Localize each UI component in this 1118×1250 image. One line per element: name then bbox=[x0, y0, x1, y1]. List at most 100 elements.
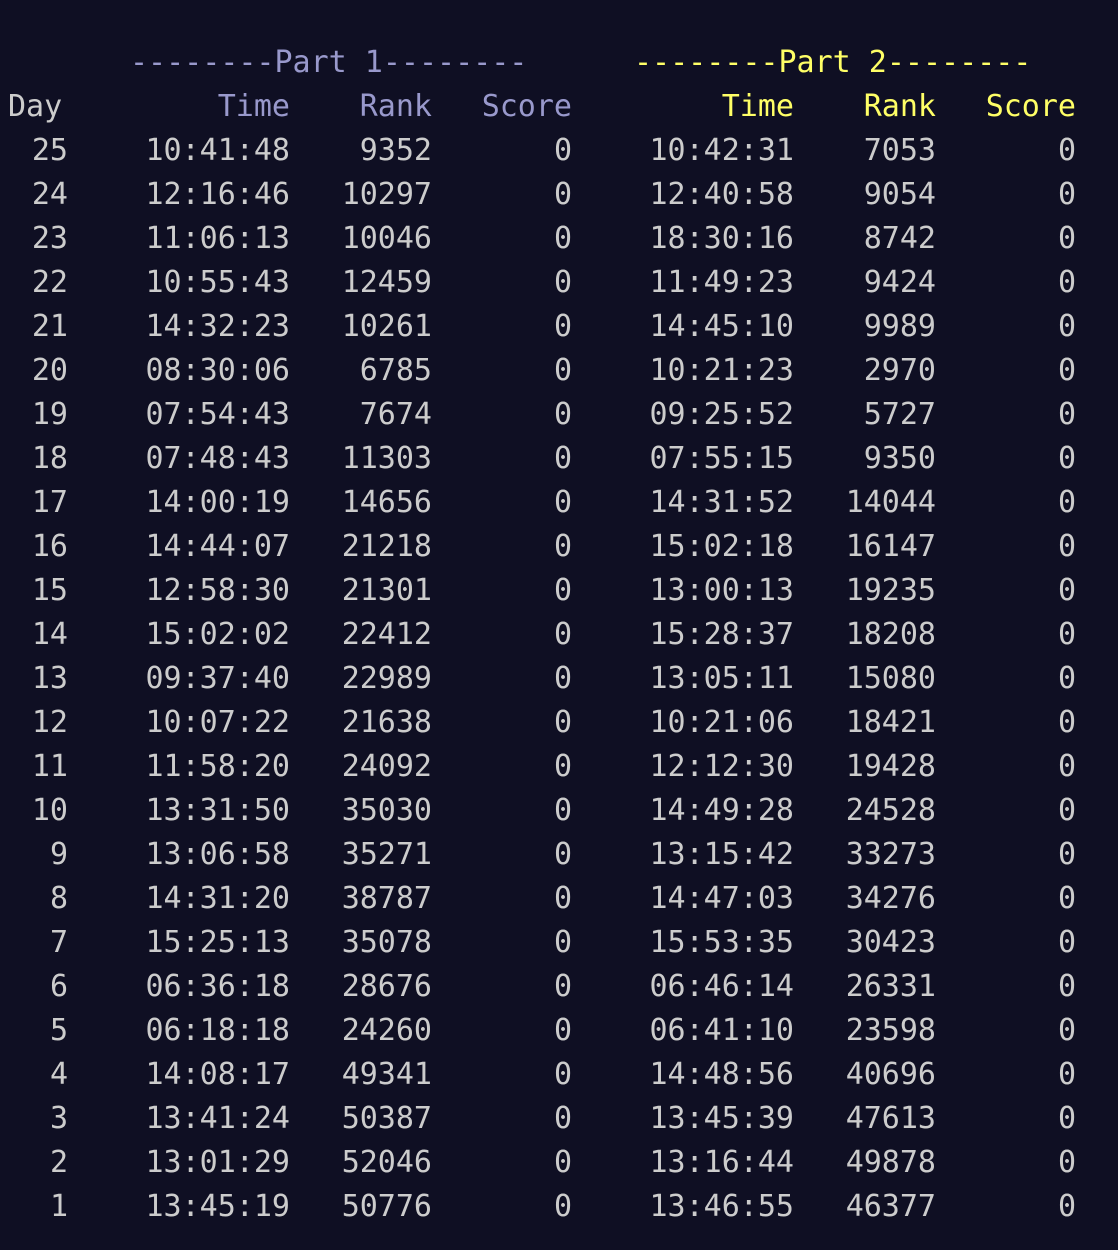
part2-score-cell: 0 bbox=[1057, 969, 1076, 1004]
part2-score-cell: 0 bbox=[1057, 265, 1076, 300]
part1-score-cell: 0 bbox=[553, 309, 572, 344]
part1-time-cell: 11:06:13 bbox=[145, 221, 291, 256]
part2-time-cell: 13:15:42 bbox=[649, 837, 795, 872]
part2-rank-cell: 15080 bbox=[845, 661, 936, 696]
part1-time-cell: 14:31:20 bbox=[145, 881, 291, 916]
part2-rank-cell: 26331 bbox=[845, 969, 936, 1004]
day-cell: 20 bbox=[31, 353, 68, 388]
part1-rank-cell: 21638 bbox=[341, 705, 432, 740]
part2-score-cell: 0 bbox=[1057, 1189, 1076, 1224]
part2-rank-cell: 16147 bbox=[845, 529, 936, 564]
part1-score-cell: 0 bbox=[553, 617, 572, 652]
part1-score-cell: 0 bbox=[553, 925, 572, 960]
part2-score-cell: 0 bbox=[1057, 221, 1076, 256]
part1-rank-cell: 6785 bbox=[359, 353, 432, 388]
day-cell: 4 bbox=[49, 1057, 68, 1092]
part1-rank-cell: 38787 bbox=[341, 881, 432, 916]
part2-time-header: Time bbox=[721, 89, 794, 124]
part2-rank-cell: 18208 bbox=[845, 617, 936, 652]
day-cell: 2 bbox=[49, 1145, 68, 1180]
part2-time-cell: 12:40:58 bbox=[649, 177, 795, 212]
part1-rank-cell: 35078 bbox=[341, 925, 432, 960]
part2-time-cell: 15:53:35 bbox=[649, 925, 795, 960]
part2-score-cell: 0 bbox=[1057, 837, 1076, 872]
day-cell: 7 bbox=[49, 925, 68, 960]
part2-time-cell: 13:16:44 bbox=[649, 1145, 795, 1180]
column-header-row: Day Time Rank Score Time Rank Score bbox=[8, 85, 1076, 129]
part1-time-cell: 13:41:24 bbox=[145, 1101, 291, 1136]
part1-time-cell: 14:44:07 bbox=[145, 529, 291, 564]
day-cell: 17 bbox=[31, 485, 68, 520]
part1-score-cell: 0 bbox=[553, 485, 572, 520]
part1-score-header: Score bbox=[481, 89, 572, 124]
part1-time-cell: 13:31:50 bbox=[145, 793, 291, 828]
part1-score-cell: 0 bbox=[553, 969, 572, 1004]
part1-rank-cell: 21301 bbox=[341, 573, 432, 608]
part2-score-cell: 0 bbox=[1057, 1101, 1076, 1136]
part1-rank-cell: 49341 bbox=[341, 1057, 432, 1092]
part2-time-cell: 14:47:03 bbox=[649, 881, 795, 916]
part2-rank-cell: 14044 bbox=[845, 485, 936, 520]
part1-time-cell: 15:25:13 bbox=[145, 925, 291, 960]
part2-rank-cell: 8742 bbox=[863, 221, 936, 256]
day-cell: 8 bbox=[49, 881, 68, 916]
part1-score-cell: 0 bbox=[553, 749, 572, 784]
part2-score-cell: 0 bbox=[1057, 881, 1076, 916]
day-header: Day bbox=[8, 89, 63, 124]
day-cell: 10 bbox=[31, 793, 68, 828]
part2-score-cell: 0 bbox=[1057, 397, 1076, 432]
part2-time-cell: 12:12:30 bbox=[649, 749, 795, 784]
part2-score-cell: 0 bbox=[1057, 529, 1076, 564]
part2-score-cell: 0 bbox=[1057, 749, 1076, 784]
part1-score-cell: 0 bbox=[553, 573, 572, 608]
part1-time-cell: 06:36:18 bbox=[145, 969, 291, 1004]
part1-time-cell: 08:30:06 bbox=[145, 353, 291, 388]
day-cell: 25 bbox=[31, 133, 68, 168]
part1-rank-cell: 22989 bbox=[341, 661, 432, 696]
part1-time-cell: 13:45:19 bbox=[145, 1189, 291, 1224]
part2-rank-cell: 30423 bbox=[845, 925, 936, 960]
part2-time-cell: 13:45:39 bbox=[649, 1101, 795, 1136]
part1-rank-cell: 28676 bbox=[341, 969, 432, 1004]
part2-rank-cell: 5727 bbox=[863, 397, 936, 432]
part1-rank-cell: 10046 bbox=[341, 221, 432, 256]
part1-score-cell: 0 bbox=[553, 177, 572, 212]
part1-time-cell: 06:18:18 bbox=[145, 1013, 291, 1048]
part1-rank-cell: 9352 bbox=[359, 133, 432, 168]
part1-rank-cell: 52046 bbox=[341, 1145, 432, 1180]
part1-rank-cell: 11303 bbox=[341, 441, 432, 476]
part2-time-cell: 13:00:13 bbox=[649, 573, 795, 608]
part1-time-cell: 11:58:20 bbox=[145, 749, 291, 784]
part2-rank-cell: 40696 bbox=[845, 1057, 936, 1092]
part2-rank-cell: 9350 bbox=[863, 441, 936, 476]
part1-rank-cell: 50776 bbox=[341, 1189, 432, 1224]
part1-score-cell: 0 bbox=[553, 265, 572, 300]
part2-time-cell: 10:21:23 bbox=[649, 353, 795, 388]
part1-time-cell: 10:07:22 bbox=[145, 705, 291, 740]
part1-rank-cell: 10297 bbox=[341, 177, 432, 212]
part1-rank-cell: 35271 bbox=[341, 837, 432, 872]
part1-time-cell: 14:32:23 bbox=[145, 309, 291, 344]
part1-score-cell: 0 bbox=[553, 793, 572, 828]
part2-rank-cell: 9989 bbox=[863, 309, 936, 344]
day-cell: 1 bbox=[49, 1189, 68, 1224]
part-banner-row: --------Part 1-------- --------Part 2---… bbox=[8, 41, 1031, 85]
part2-time-cell: 06:46:14 bbox=[649, 969, 795, 1004]
part1-time-cell: 13:01:29 bbox=[145, 1145, 291, 1180]
day-cell: 9 bbox=[49, 837, 68, 872]
part1-time-cell: 10:41:48 bbox=[145, 133, 291, 168]
part2-score-cell: 0 bbox=[1057, 705, 1076, 740]
part2-time-cell: 10:42:31 bbox=[649, 133, 795, 168]
part1-score-cell: 0 bbox=[553, 1013, 572, 1048]
part2-score-cell: 0 bbox=[1057, 309, 1076, 344]
part2-rank-cell: 34276 bbox=[845, 881, 936, 916]
part2-rank-cell: 19428 bbox=[845, 749, 936, 784]
part1-time-cell: 14:00:19 bbox=[145, 485, 291, 520]
part1-rank-header: Rank bbox=[359, 89, 432, 124]
part2-score-cell: 0 bbox=[1057, 133, 1076, 168]
part1-time-cell: 09:37:40 bbox=[145, 661, 291, 696]
part1-score-cell: 0 bbox=[553, 705, 572, 740]
part2-rank-cell: 47613 bbox=[845, 1101, 936, 1136]
part1-score-cell: 0 bbox=[553, 133, 572, 168]
part2-score-cell: 0 bbox=[1057, 1057, 1076, 1092]
